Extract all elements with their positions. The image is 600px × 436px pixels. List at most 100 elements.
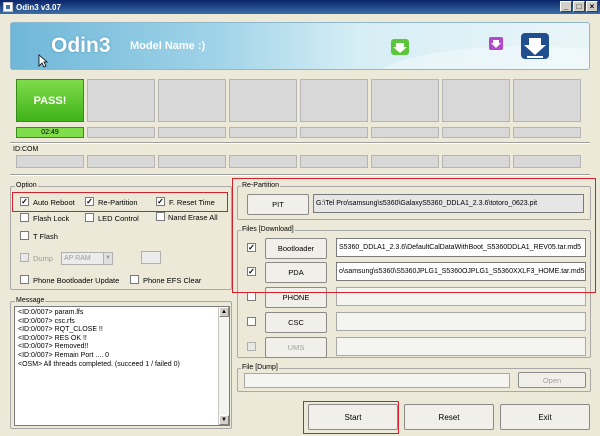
time-box xyxy=(513,127,581,138)
re-partition-group-label: Re-Partition xyxy=(241,182,280,189)
led-control-label: LED Control xyxy=(98,214,139,223)
banner-decoration xyxy=(381,33,589,69)
pit-path-field[interactable]: G:\Tel Pro\samsung\s5360\GalaxyS5360_DDL… xyxy=(313,194,584,213)
bootloader-checkbox[interactable]: ✓ xyxy=(247,243,256,252)
csc-path-field[interactable] xyxy=(336,312,586,331)
download-arrow-icon xyxy=(489,37,503,50)
led-control-checkbox[interactable] xyxy=(85,213,94,222)
t-flash-checkbox[interactable] xyxy=(20,231,29,240)
time-box xyxy=(300,127,368,138)
pda-button[interactable]: PDA xyxy=(265,262,327,283)
download-arrow-icon xyxy=(521,33,549,59)
mouse-cursor-icon xyxy=(38,54,49,70)
csc-button[interactable]: CSC xyxy=(265,312,327,333)
idcom-box xyxy=(513,155,581,168)
ums-path-field[interactable] xyxy=(336,337,586,356)
ums-checkbox[interactable] xyxy=(247,342,256,351)
scroll-down-arrow-icon[interactable]: ▼ xyxy=(219,415,229,425)
title-bar: Odin3 v3.07 _ □ × xyxy=(0,0,600,14)
idcom-box xyxy=(300,155,368,168)
message-group-label: Message xyxy=(15,297,46,304)
flash-lock-checkbox[interactable] xyxy=(20,213,29,222)
status-box xyxy=(513,79,581,122)
status-box-pass: PASS! xyxy=(16,79,84,122)
phone-checkbox[interactable] xyxy=(247,292,256,301)
auto-reboot-checkbox[interactable]: ✓ xyxy=(20,197,29,206)
idcom-box xyxy=(371,155,439,168)
status-box xyxy=(87,79,155,122)
phone-bootloader-update-label: Phone Bootloader Update xyxy=(33,276,120,285)
ums-button[interactable]: UMS xyxy=(265,337,327,358)
phone-path-field[interactable] xyxy=(336,287,586,306)
csc-checkbox[interactable] xyxy=(247,317,256,326)
message-log[interactable]: <ID:0/007> param.lfs <ID:0/007> csc.rfs … xyxy=(14,306,230,426)
file-dump-group-label: File [Dump] xyxy=(241,364,279,371)
dump-extra-field[interactable] xyxy=(141,251,161,264)
phone-efs-clear-label: Phone EFS Clear xyxy=(143,276,202,285)
open-button[interactable]: Open xyxy=(518,372,586,388)
idcom-box xyxy=(87,155,155,168)
pda-checkbox[interactable]: ✓ xyxy=(247,267,256,276)
message-scrollbar[interactable]: ▲ ▼ xyxy=(218,307,229,425)
time-box xyxy=(158,127,226,138)
bootloader-button[interactable]: Bootloader xyxy=(265,238,327,259)
log-line: <ID:0/007> RES OK !! xyxy=(18,334,87,342)
bootloader-path-field[interactable]: S5360_DDLA1_2.3.6\DefaultCalDataWithBoot… xyxy=(336,238,586,257)
status-box xyxy=(158,79,226,122)
time-box xyxy=(87,127,155,138)
time-box xyxy=(371,127,439,138)
phone-bootloader-update-checkbox[interactable] xyxy=(20,275,29,284)
dump-type-select[interactable]: AP RAM ▼ xyxy=(61,252,113,265)
close-button[interactable]: × xyxy=(586,1,598,12)
time-box xyxy=(229,127,297,138)
log-line: <ID:0/007> csc.rfs xyxy=(18,317,75,325)
log-line: <ID:0/007> Removed!! xyxy=(18,343,89,351)
start-button[interactable]: Start xyxy=(308,404,398,430)
chevron-down-icon: ▼ xyxy=(103,253,112,264)
idcom-box xyxy=(229,155,297,168)
banner-title: Odin3 xyxy=(51,34,111,57)
log-line: <ID:0/007> param.lfs xyxy=(18,309,84,316)
file-dump-path-field[interactable] xyxy=(244,373,510,388)
window-title: Odin3 v3.07 xyxy=(16,2,61,12)
re-partition-label: Re-Partition xyxy=(98,198,138,207)
option-group-label: Option xyxy=(15,182,38,189)
nand-erase-all-label: Nand Erase All xyxy=(168,213,218,222)
auto-reboot-label: Auto Reboot xyxy=(33,198,75,207)
dump-label: Dump xyxy=(33,254,54,263)
log-line: <OSM> All threads completed. (succeed 1 … xyxy=(18,360,180,368)
minimize-button[interactable]: _ xyxy=(560,1,572,12)
divider xyxy=(10,142,590,144)
elapsed-time: 02:49 xyxy=(16,127,84,138)
pit-button[interactable]: PIT xyxy=(247,194,309,215)
dump-checkbox[interactable] xyxy=(20,253,29,262)
log-line: <ID:0/007> Remain Port .... 0 xyxy=(18,351,110,359)
banner-model-name: Model Name :) xyxy=(130,40,206,52)
log-line: <ID:0/007> RQT_CLOSE !! xyxy=(18,326,103,334)
idcom-box xyxy=(442,155,510,168)
status-box xyxy=(300,79,368,122)
t-flash-label: T Flash xyxy=(33,232,58,241)
nand-erase-all-checkbox[interactable] xyxy=(156,212,165,221)
f-reset-time-checkbox[interactable]: ✓ xyxy=(156,197,165,206)
time-box xyxy=(442,127,510,138)
phone-efs-clear-checkbox[interactable] xyxy=(130,275,139,284)
status-box xyxy=(442,79,510,122)
idcom-label: ID:COM xyxy=(13,146,39,153)
idcom-box xyxy=(158,155,226,168)
phone-button[interactable]: PHONE xyxy=(265,287,327,308)
re-partition-checkbox[interactable]: ✓ xyxy=(85,197,94,206)
app-icon xyxy=(3,2,13,12)
divider xyxy=(10,174,590,176)
f-reset-time-label: F. Reset Time xyxy=(169,198,215,207)
exit-button[interactable]: Exit xyxy=(500,404,590,430)
files-download-group-label: Files [Download] xyxy=(241,226,295,233)
status-box xyxy=(229,79,297,122)
banner: Odin3 Model Name :) xyxy=(10,22,590,70)
scroll-up-arrow-icon[interactable]: ▲ xyxy=(219,307,229,317)
reset-button[interactable]: Reset xyxy=(404,404,494,430)
maximize-button[interactable]: □ xyxy=(573,1,585,12)
download-arrow-icon xyxy=(391,39,409,55)
pda-path-field[interactable]: o\samsung\s5360\S5360JPLG1_S5360OJPLG1_S… xyxy=(336,262,586,281)
dump-type-value: AP RAM xyxy=(64,255,91,262)
